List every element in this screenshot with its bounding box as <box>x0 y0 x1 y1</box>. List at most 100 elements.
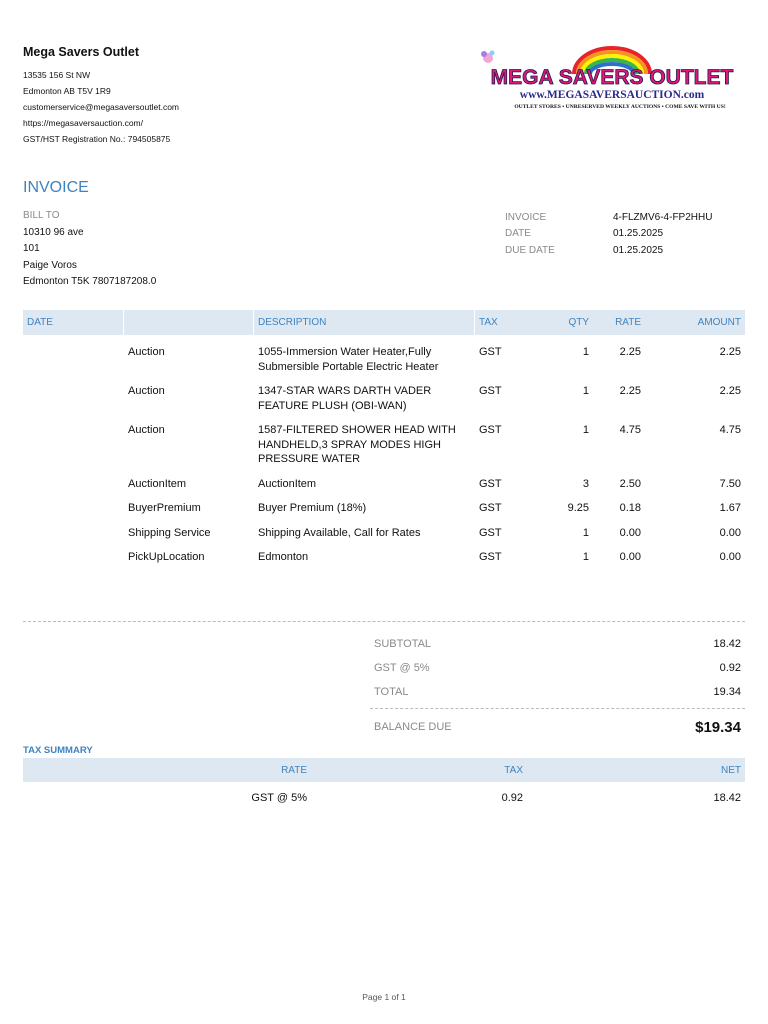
table-row: Shipping Service Shipping Available, Cal… <box>23 526 745 541</box>
bill-to-line: Paige Voros <box>23 259 77 271</box>
invoice-meta: INVOICE 4-FLZMV6-4-FP2HHU DATE 01.25.202… <box>505 209 755 259</box>
row-date <box>23 345 124 374</box>
gst-value: 0.92 <box>719 662 741 674</box>
gst-label: GST @ 5% <box>374 662 430 674</box>
tax-summary-header: RATE TAX NET <box>23 758 745 782</box>
meta-value: 01.25.2025 <box>613 244 664 256</box>
row-date <box>23 526 124 541</box>
row-date <box>23 384 124 413</box>
row-description: 1055-Immersion Water Heater,Fully Submer… <box>258 346 439 373</box>
total-value: 19.34 <box>713 686 741 698</box>
subtotal-value: 18.42 <box>713 638 741 650</box>
company-gst-number: GST/HST Registration No.: 794505875 <box>23 134 171 144</box>
table-row: Auction 1055-Immersion Water Heater,Full… <box>23 345 745 374</box>
row-date <box>23 477 124 492</box>
row-date <box>23 501 124 516</box>
table-row: Auction 1587-FILTERED SHOWER HEAD WITH H… <box>23 423 745 467</box>
header-amount: AMOUNT <box>697 317 741 328</box>
row-rate: 0.18 <box>619 502 641 514</box>
gst-row: GST @ 5% 0.92 <box>370 656 745 680</box>
subtotal-label: SUBTOTAL <box>374 638 432 650</box>
row-qty: 1 <box>582 385 589 397</box>
balance-due-row: BALANCE DUE $19.34 <box>370 709 745 745</box>
row-qty: 9.25 <box>567 502 589 514</box>
row-product: Shipping Service <box>128 526 211 539</box>
tax-summary-header-rate: RATE <box>281 764 307 776</box>
bill-to-block: BILL TO 10310 96 ave 101 Paige Voros Edm… <box>23 209 323 290</box>
row-product: Auction <box>128 424 165 436</box>
row-product: Auction <box>128 346 165 358</box>
row-amount: 0.00 <box>719 526 741 539</box>
company-block: Mega Savers Outlet 13535 156 St NW Edmon… <box>23 45 343 147</box>
row-description: Shipping Available, Call for Rates <box>258 526 421 539</box>
tax-summary-net: 18.42 <box>713 792 741 804</box>
bill-to-label: BILL TO <box>23 210 60 221</box>
meta-label: DATE <box>505 228 531 240</box>
header-date: DATE <box>23 310 124 335</box>
row-tax: GST <box>479 551 502 563</box>
header-rate: RATE <box>615 317 641 328</box>
company-website: https://megasaversauction.com/ <box>23 118 144 128</box>
bill-to-line: Edmonton T5K 7807187208.0 <box>23 275 157 287</box>
header-tax: TAX <box>479 317 498 328</box>
table-row: AuctionItem AuctionItem GST 3 2.50 7.50 <box>23 477 745 492</box>
logo-tagline: OUTLET STORES • UNRESERVED WEEKLY AUCTIO… <box>514 104 726 110</box>
tax-summary-header-tax: TAX <box>504 764 523 776</box>
row-description: Edmonton <box>258 551 309 563</box>
line-items-table: DATE DESCRIPTION TAX QTY RATE AMOUNT Auc… <box>23 310 745 565</box>
row-qty: 1 <box>582 551 589 563</box>
row-description: 1587-FILTERED SHOWER HEAD WITH HANDHELD,… <box>258 424 456 465</box>
row-rate: 2.25 <box>619 385 641 397</box>
table-row: PickUpLocation Edmonton GST 1 0.00 0.00 <box>23 550 745 565</box>
subtotal-row: SUBTOTAL 18.42 <box>370 632 745 656</box>
company-address-city: Edmonton AB T5V 1R9 <box>23 86 111 96</box>
row-amount: 1.67 <box>719 502 741 514</box>
row-description: 1347-STAR WARS DARTH VADER FEATURE PLUSH… <box>258 385 432 412</box>
row-date <box>23 423 124 467</box>
tax-summary-title: TAX SUMMARY <box>23 745 93 756</box>
table-row: Auction 1347-STAR WARS DARTH VADER FEATU… <box>23 384 745 413</box>
row-description: Buyer Premium (18%) <box>258 502 367 514</box>
company-email: customerservice@megasaversoutlet.com <box>23 102 180 112</box>
bill-to-line: 10310 96 ave <box>23 227 84 238</box>
meta-due-date: DUE DATE 01.25.2025 <box>505 242 755 259</box>
header-product <box>124 310 254 335</box>
meta-label: INVOICE <box>505 211 547 223</box>
totals-block: SUBTOTAL 18.42 GST @ 5% 0.92 TOTAL 19.34… <box>370 632 745 745</box>
company-address-street: 13535 156 St NW <box>23 70 91 80</box>
table-header: DATE DESCRIPTION TAX QTY RATE AMOUNT <box>23 310 745 335</box>
row-tax: GST <box>479 346 502 358</box>
row-qty: 1 <box>582 526 589 539</box>
row-rate: 0.00 <box>619 526 641 539</box>
tax-summary-tax: 0.92 <box>501 792 523 804</box>
row-rate: 2.50 <box>619 477 641 490</box>
row-description: AuctionItem <box>258 477 317 490</box>
row-rate: 2.25 <box>619 346 641 358</box>
items-divider <box>23 621 745 622</box>
row-tax: GST <box>479 502 502 514</box>
logo-url: www.MEGASAVERSAUCTION.com <box>520 89 705 101</box>
row-tax: GST <box>479 424 502 436</box>
meta-invoice-number: INVOICE 4-FLZMV6-4-FP2HHU <box>505 209 755 226</box>
total-row: TOTAL 19.34 <box>370 680 745 704</box>
row-tax: GST <box>479 477 502 490</box>
meta-value: 4-FLZMV6-4-FP2HHU <box>613 211 713 223</box>
row-tax: GST <box>479 385 502 397</box>
row-amount: 2.25 <box>719 385 741 397</box>
tax-summary-header-net: NET <box>721 764 741 776</box>
header-qty: QTY <box>568 317 589 328</box>
tax-summary-table: RATE TAX NET GST @ 5% 0.92 18.42 <box>23 758 745 814</box>
tax-summary-row: GST @ 5% 0.92 18.42 <box>23 782 745 814</box>
total-label: TOTAL <box>374 686 409 698</box>
row-qty: 1 <box>582 346 589 358</box>
row-product: Auction <box>128 385 165 397</box>
meta-label: DUE DATE <box>505 244 555 256</box>
table-row: BuyerPremium Buyer Premium (18%) GST 9.2… <box>23 501 745 516</box>
row-amount: 4.75 <box>719 424 741 436</box>
logo-graphic: MEGA SAVERS OUTLET www.MEGASAVERSAUCTION… <box>481 46 734 110</box>
row-date <box>23 550 124 565</box>
logo-title: MEGA SAVERS OUTLET <box>491 66 734 89</box>
row-amount: 7.50 <box>719 477 741 490</box>
header-description: DESCRIPTION <box>254 310 475 335</box>
balance-due-label: BALANCE DUE <box>374 721 452 733</box>
